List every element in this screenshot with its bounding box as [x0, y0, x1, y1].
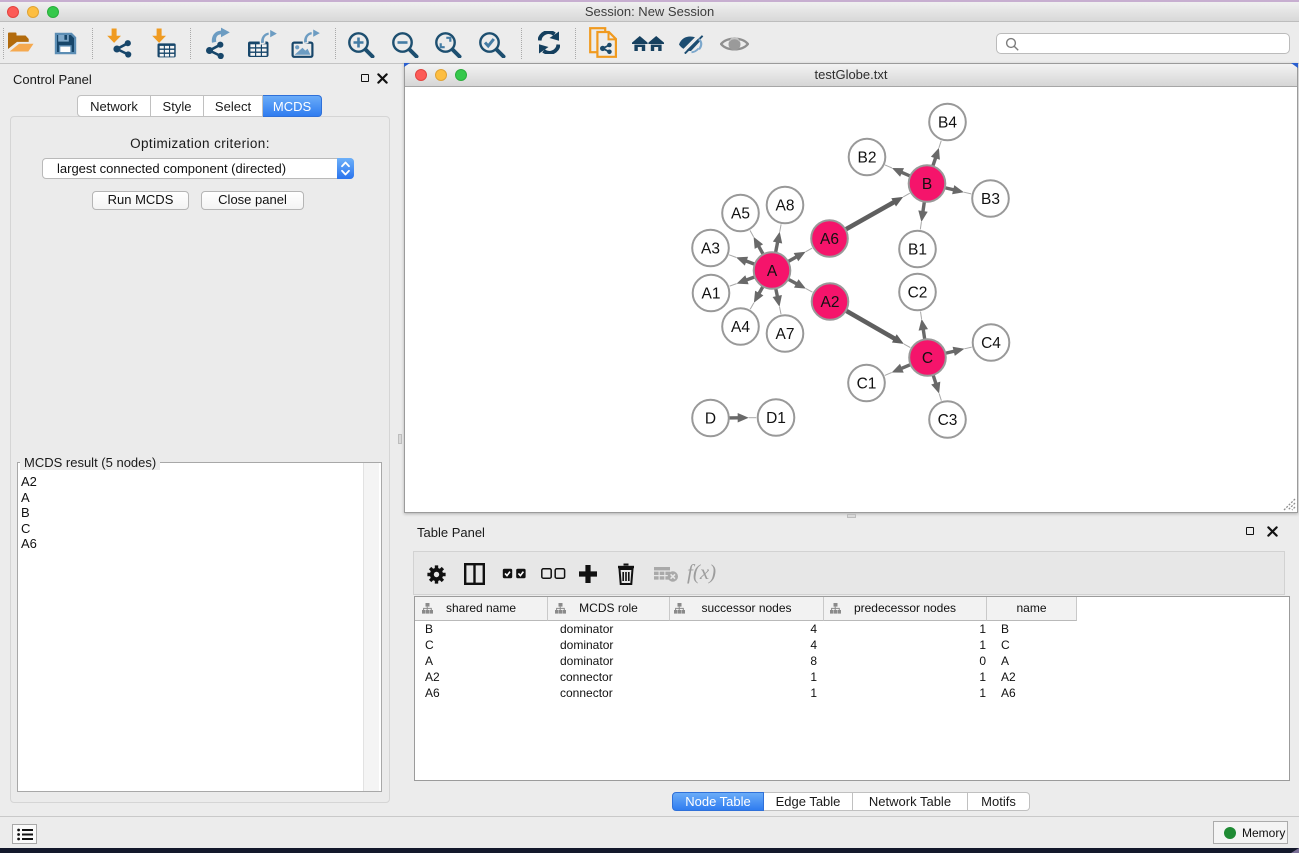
svg-text:C2: C2: [908, 284, 928, 301]
svg-text:B2: B2: [858, 149, 877, 166]
svg-text:A8: A8: [776, 197, 795, 214]
svg-text:A4: A4: [731, 319, 750, 336]
svg-text:A5: A5: [731, 205, 750, 222]
svg-text:D1: D1: [766, 410, 786, 427]
svg-text:A6: A6: [820, 231, 839, 248]
svg-text:B3: B3: [981, 191, 1000, 208]
svg-text:B4: B4: [938, 114, 957, 131]
svg-text:B: B: [922, 176, 932, 193]
svg-text:A7: A7: [776, 326, 795, 343]
svg-text:A3: A3: [701, 240, 720, 257]
svg-text:C1: C1: [857, 375, 877, 392]
svg-text:C3: C3: [938, 412, 958, 429]
svg-text:B1: B1: [908, 241, 927, 258]
svg-text:C4: C4: [981, 335, 1001, 352]
svg-text:A1: A1: [702, 285, 721, 302]
svg-text:A2: A2: [821, 294, 840, 311]
svg-text:C: C: [922, 350, 933, 367]
svg-text:D: D: [705, 410, 716, 427]
svg-text:A: A: [767, 263, 778, 280]
